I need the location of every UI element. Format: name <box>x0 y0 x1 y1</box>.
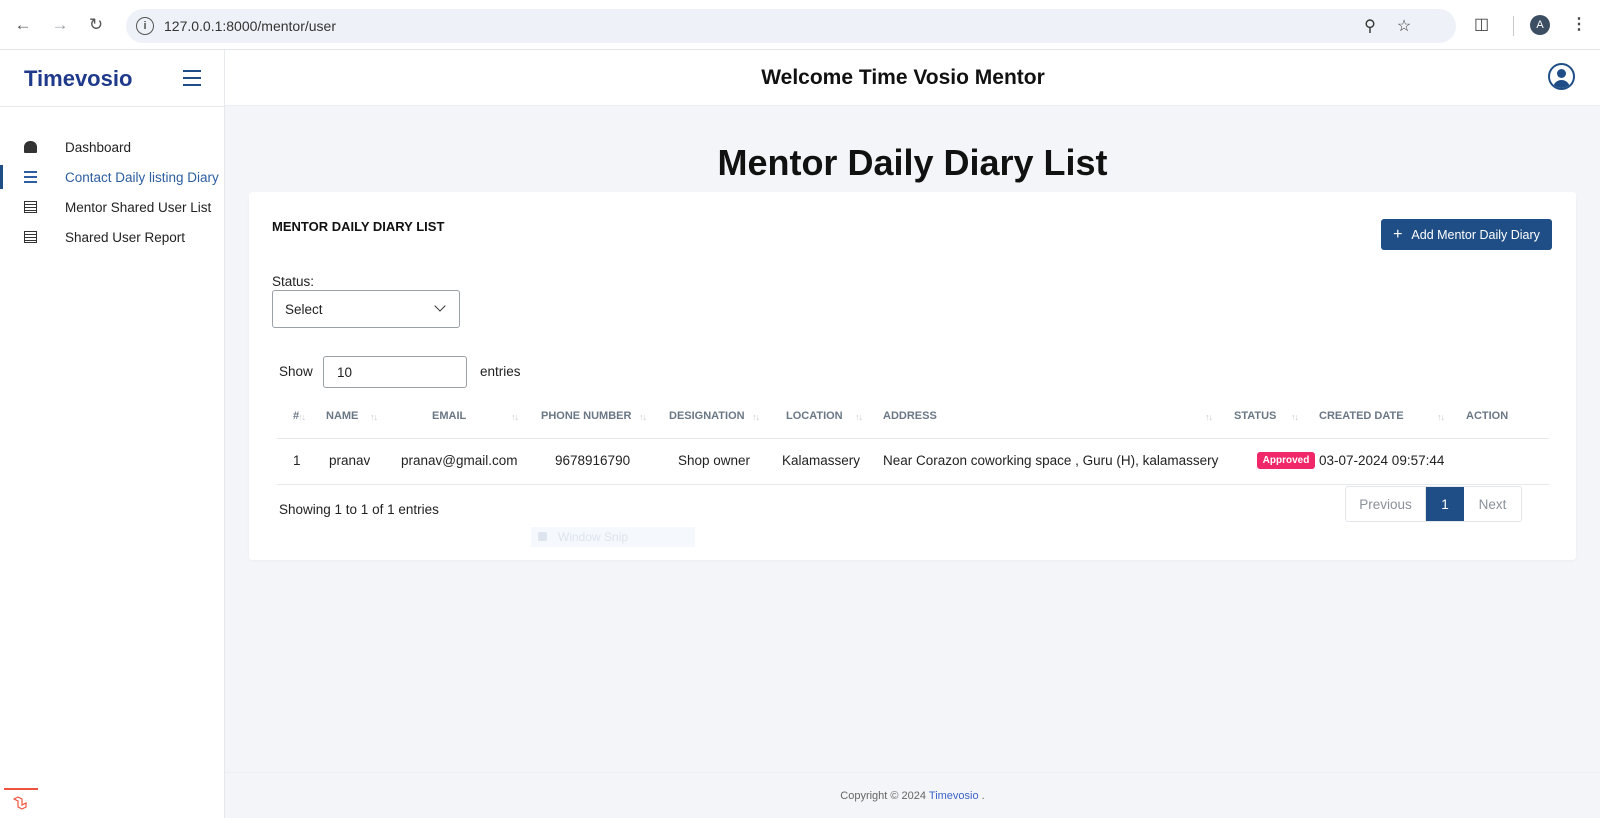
footer: Copyright © 2024 Timevosio . <box>225 772 1600 818</box>
profile-avatar[interactable]: A <box>1530 15 1550 35</box>
column-header-email[interactable]: EMAIL <box>432 410 466 422</box>
bookmark-star-icon[interactable]: ☆ <box>1394 16 1414 36</box>
cell-address: Near Corazon coworking space , Guru (H),… <box>883 453 1219 468</box>
extensions-icon[interactable]: ◫ <box>1474 14 1489 34</box>
reload-icon[interactable]: ↻ <box>85 14 107 36</box>
status-filter-select[interactable]: Select <box>272 290 460 328</box>
show-label: Show <box>279 364 313 379</box>
toolbar-divider <box>1513 16 1514 36</box>
sidebar-menu: Dashboard Contact Daily listing Diary Me… <box>0 132 225 252</box>
column-header-phone-number[interactable]: PHONE NUMBER <box>541 410 631 422</box>
welcome-title: Welcome Time Vosio Mentor <box>761 66 1045 89</box>
address-bar[interactable]: i 127.0.0.1:8000/mentor/user ⚲ ☆ <box>126 9 1456 43</box>
plus-icon: + <box>1393 225 1403 243</box>
back-icon[interactable]: ← <box>12 14 34 36</box>
sidebar-item-label: Shared User Report <box>65 230 186 245</box>
pagination-page-button[interactable]: 1 <box>1426 487 1464 521</box>
sidebar-item-contact-daily-listing-diary[interactable]: Contact Daily listing Diary <box>0 162 225 192</box>
sidebar-item-shared-user-report[interactable]: Shared User Report <box>0 222 225 252</box>
entries-label: entries <box>480 364 521 379</box>
page-title: Mentor Daily Diary List <box>717 142 1108 183</box>
pagination-next-button[interactable]: Next <box>1464 487 1521 521</box>
window-snip-label: Window Snip <box>558 530 629 544</box>
sort-icon[interactable]: ↑↓ <box>1291 412 1299 422</box>
cell-created-date: 03-07-2024 09:57:44 <box>1319 453 1445 468</box>
sidebar-item-dashboard[interactable]: Dashboard <box>0 132 225 162</box>
copyright-suffix: . <box>978 790 985 802</box>
table-icon <box>24 231 37 243</box>
browser-toolbar: ← → ↻ i 127.0.0.1:8000/mentor/user ⚲ ☆ ◫… <box>0 0 1600 50</box>
dashboard-icon <box>24 141 37 153</box>
sort-icon[interactable]: ↑↓ <box>752 412 760 422</box>
add-mentor-daily-diary-button[interactable]: + Add Mentor Daily Diary <box>1381 219 1552 250</box>
sidebar-item-label: Dashboard <box>65 140 132 155</box>
table-header-divider <box>277 438 1549 439</box>
sidebar-item-label: Mentor Shared User List <box>65 200 212 215</box>
pagination: Previous 1 Next <box>1345 486 1522 522</box>
column-header-status[interactable]: STATUS <box>1234 410 1276 422</box>
table-info: Showing 1 to 1 of 1 entries <box>279 502 439 517</box>
snip-icon <box>538 532 547 541</box>
column-header-designation[interactable]: DESIGNATION <box>669 410 745 422</box>
brand-logo[interactable]: Timevosio <box>24 66 132 92</box>
chevron-down-icon <box>434 300 446 312</box>
status-filter-label: Status: <box>272 274 315 289</box>
site-info-icon[interactable]: i <box>136 17 154 35</box>
cell-email: pranav@gmail.com <box>401 453 518 468</box>
zoom-icon[interactable]: ⚲ <box>1360 16 1380 36</box>
cell-location: Kalamassery <box>782 453 861 468</box>
column-header-name[interactable]: NAME <box>326 410 358 422</box>
cell-phone-number: 9678916790 <box>555 453 631 468</box>
sort-icon[interactable]: ↑↓ <box>639 412 647 422</box>
entries-per-page-value: 10 <box>337 365 353 380</box>
table-row-divider <box>277 484 1549 485</box>
user-account-icon[interactable] <box>1548 63 1575 90</box>
column-header-address[interactable]: ADDRESS <box>883 410 937 422</box>
sort-icon[interactable]: ↑↓ <box>370 412 378 422</box>
main-content: Mentor Daily Diary List MENTOR DAILY DIA… <box>225 106 1600 772</box>
sidebar: Timevosio Dashboard Contact Daily listin… <box>0 50 225 818</box>
hamburger-menu-icon[interactable] <box>183 70 201 86</box>
top-header: Welcome Time Vosio Mentor <box>225 50 1600 106</box>
forward-icon[interactable]: → <box>49 14 71 36</box>
cell-index: 1 <box>293 453 301 468</box>
copyright-text: Copyright © 2024 Timevosio . <box>225 790 1600 802</box>
diary-list-card: MENTOR DAILY DIARY LIST + Add Mentor Dai… <box>249 192 1576 560</box>
list-icon <box>24 171 37 183</box>
entries-per-page-input[interactable]: 10 <box>323 356 467 388</box>
sidebar-item-label: Contact Daily listing Diary <box>65 170 219 185</box>
sidebar-item-mentor-shared-user-list[interactable]: Mentor Shared User List <box>0 192 225 222</box>
window-snip-tooltip: Window Snip <box>531 527 695 547</box>
add-button-label: Add Mentor Daily Diary <box>1411 227 1540 242</box>
card-title: MENTOR DAILY DIARY LIST <box>272 219 445 234</box>
url-text[interactable]: 127.0.0.1:8000/mentor/user <box>164 18 336 34</box>
table-icon <box>24 201 37 213</box>
sort-icon[interactable]: ↑↓ <box>298 412 306 422</box>
status-select-value: Select <box>285 302 323 317</box>
cell-designation: Shop owner <box>678 453 751 468</box>
footer-brand-link[interactable]: Timevosio <box>929 790 979 802</box>
column-header-created-date[interactable]: CREATED DATE <box>1319 410 1404 422</box>
cell-name: pranav <box>329 453 371 468</box>
sidebar-divider <box>0 106 225 107</box>
sort-icon[interactable]: ↑↓ <box>855 412 863 422</box>
column-header-location[interactable]: LOCATION <box>786 410 843 422</box>
sort-icon[interactable]: ↑↓ <box>1205 412 1213 422</box>
column-header-action: ACTION <box>1466 410 1509 422</box>
copyright-prefix: Copyright © 2024 <box>840 790 929 802</box>
laravel-debugbar-icon[interactable] <box>4 788 38 816</box>
pagination-previous-button[interactable]: Previous <box>1346 487 1426 521</box>
sort-icon[interactable]: ↑↓ <box>511 412 519 422</box>
sort-icon[interactable]: ↑↓ <box>1437 412 1445 422</box>
more-menu-icon[interactable]: ⋮ <box>1571 14 1587 34</box>
status-badge: Approved <box>1257 452 1315 469</box>
